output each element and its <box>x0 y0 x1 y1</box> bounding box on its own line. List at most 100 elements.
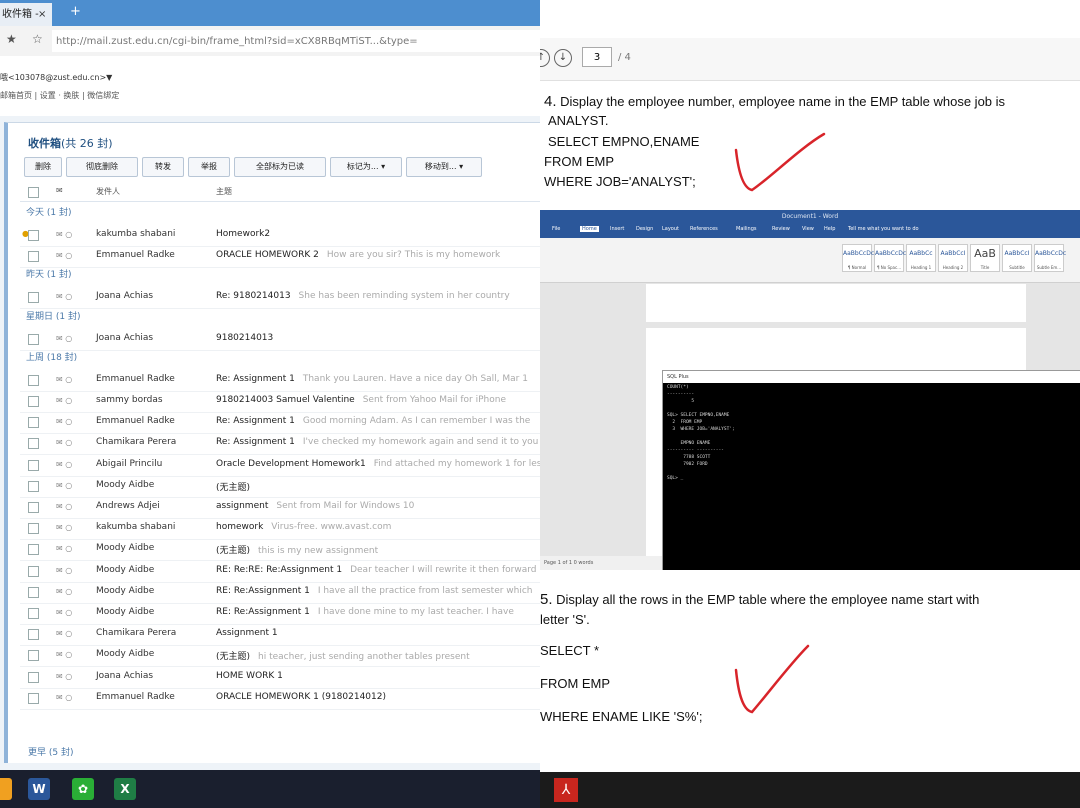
wechat-icon[interactable]: ✿ <box>72 778 94 800</box>
mail-row[interactable]: ✉ ○ Chamikara Perera Assignment 1 <box>20 624 540 647</box>
style-heading-1[interactable]: AaBbCc Heading 1 <box>906 244 936 272</box>
new-tab-icon[interactable]: + <box>70 4 81 19</box>
forward-button[interactable]: 转发 <box>142 157 184 177</box>
tell-me-search[interactable]: Tell me what you want to do <box>848 226 919 232</box>
pdf-reader-icon[interactable]: ⅄ <box>554 778 578 802</box>
group-label[interactable]: 今天 (1 封) <box>26 205 71 218</box>
star-icon[interactable]: ★ <box>6 32 17 46</box>
mail-row[interactable]: ✉ ○ Emmanuel Radke ORACLE HOMEWORK 2 How ar… <box>20 246 540 269</box>
mail-checkbox[interactable] <box>28 333 39 345</box>
mail-checkbox[interactable] <box>28 650 39 662</box>
mail-row[interactable]: ✉ ○ Chamikara Perera Re: Assignment 1 I've … <box>20 433 540 456</box>
mail-row[interactable]: ✉ ○ Moody Aidbe RE: Re:Assignment 1 I have … <box>20 582 540 604</box>
mail-row[interactable]: ✉ ○ Moody Aidbe RE: Re:Assignment 1 I have … <box>20 603 540 625</box>
mail-checkbox[interactable] <box>28 459 39 471</box>
folder-icon[interactable] <box>0 778 12 800</box>
address-bar: ★ ☆ <box>0 26 540 57</box>
group-label[interactable]: 昨天 (1 封) <box>26 267 71 280</box>
url-input[interactable] <box>52 30 540 52</box>
mail-subject: Re: Assignment 1 I've checked my homework… <box>216 437 538 447</box>
column-subject[interactable]: 主题 <box>216 186 232 197</box>
mail-checkbox[interactable] <box>28 502 39 513</box>
excel-icon[interactable]: X <box>114 778 136 800</box>
next-page-icon[interactable]: ↓ <box>554 49 572 67</box>
question-4-text: Display the employee number, employee na… <box>560 94 1006 109</box>
mail-checkbox[interactable] <box>28 417 39 429</box>
sqlplus-console[interactable]: COUNT(*) ---------- 5 SQL> SELECT EMPNO,EN… <box>663 383 1080 570</box>
mail-checkbox[interactable] <box>28 586 39 598</box>
group-label[interactable]: 上周 (18 封) <box>26 350 77 363</box>
prev-page-icon[interactable]: ↑ <box>540 49 550 67</box>
style-title[interactable]: AaB Title <box>970 244 1000 272</box>
move-to-dropdown[interactable]: 移动到... ▾ <box>406 157 482 177</box>
mail-checkbox[interactable] <box>28 692 39 704</box>
delete-button[interactable]: 删除 <box>24 157 62 177</box>
group-earlier[interactable]: 更早 (5 封) <box>28 745 73 758</box>
mail-checkbox[interactable] <box>28 671 39 683</box>
mail-checkbox[interactable] <box>28 608 39 619</box>
mail-row[interactable]: ✉ ○ Joana Achias Re: 9180214013 She has bee… <box>20 287 540 310</box>
word-tab[interactable]: Insert <box>610 226 624 232</box>
mail-row[interactable]: ✉ ○ Emmanuel Radke ORACLE HOMEWORK 1 (9180… <box>20 688 540 710</box>
mail-row[interactable]: ✉ ○ Emmanuel Radke Re: Assignment 1 Thank y… <box>20 370 540 392</box>
mail-checkbox[interactable] <box>28 565 39 577</box>
mail-row[interactable]: ✉ ○ Joana Achias 9180214013 <box>20 329 540 351</box>
mark-as-dropdown[interactable]: 标记为... ▾ <box>330 157 402 177</box>
mark-all-read-button[interactable]: 全部标为已读 <box>234 157 326 177</box>
mail-checkbox[interactable] <box>28 629 39 641</box>
word-tab[interactable]: File <box>552 226 560 232</box>
word-tab[interactable]: Help <box>824 226 835 232</box>
mail-row[interactable]: ✉ ○ kakumba shabani homework Virus-free. ww… <box>20 518 540 541</box>
mail-checkbox[interactable] <box>28 374 39 386</box>
style-subtitle[interactable]: AaBbCcI Subtitle <box>1002 244 1032 272</box>
account-name[interactable]: 哦<103078@zust.edu.cn>▼ <box>0 72 112 83</box>
group-label[interactable]: 星期日 (1 封) <box>26 309 80 322</box>
mail-sender: Abigail Princilu <box>96 458 163 469</box>
mail-checkbox[interactable] <box>28 438 39 450</box>
mail-checkbox[interactable] <box>28 230 39 241</box>
mail-row[interactable]: ✉ ○ Moody Aidbe RE: Re:RE: Re:Assignment 1… <box>20 561 540 583</box>
pdf-page-nav: ↑ ↓ / 4 <box>540 38 1080 81</box>
mail-checkbox[interactable] <box>28 251 39 263</box>
mail-row[interactable]: ● ✉ ○ kakumba shabani Homework2 <box>20 225 540 247</box>
word-tab[interactable]: References <box>690 226 718 232</box>
mail-row[interactable]: ✉ ○ sammy bordas 9180214003 Samuel Valenti… <box>20 391 540 413</box>
style-no-spacing[interactable]: AaBbCcDc ¶ No Spac... <box>874 244 906 272</box>
mail-sender: Moody Aidbe <box>96 543 155 554</box>
mail-header: 哦<103078@zust.edu.cn>▼ 邮箱首页 | 设置 · 换肤 | … <box>0 56 540 116</box>
word-tab[interactable]: Mailings <box>736 226 757 232</box>
mail-checkbox[interactable] <box>28 480 39 492</box>
word-icon[interactable]: W <box>28 778 50 800</box>
tab-inbox[interactable]: 收件箱 - × <box>0 3 52 26</box>
page-number-input[interactable] <box>582 47 612 67</box>
word-tab[interactable]: Review <box>772 226 790 232</box>
mail-row[interactable]: ✉ ○ Moody Aidbe (无主题) hi teacher, just send… <box>20 645 540 668</box>
mail-checkbox[interactable] <box>28 523 39 535</box>
style-normal[interactable]: AaBbCcDc ¶ Normal <box>842 244 874 272</box>
word-tab[interactable]: View <box>802 226 814 232</box>
mail-row[interactable]: ✉ ○ Andrews Adjei assignment Sent from Mail… <box>20 497 540 519</box>
style-heading-2[interactable]: AaBbCcI Heading 2 <box>938 244 968 272</box>
tab-bar: 收件箱 - × + <box>0 0 540 26</box>
delete-permanently-button[interactable]: 彻底删除 <box>66 157 138 177</box>
close-icon[interactable]: × <box>38 3 46 26</box>
word-tab[interactable]: Layout <box>662 226 679 232</box>
mail-row[interactable]: ✉ ○ Joana Achias HOME WORK 1 <box>20 667 540 689</box>
word-tab[interactable]: Design <box>636 226 653 232</box>
mail-row[interactable]: ✉ ○ Emmanuel Radke Re: Assignment 1 Good mo… <box>20 412 540 435</box>
word-document-page[interactable] <box>646 284 1026 322</box>
mail-checkbox[interactable] <box>28 396 39 407</box>
mail-row[interactable]: ✉ ○ Moody Aidbe (无主题) <box>20 476 540 498</box>
select-all-checkbox[interactable] <box>28 187 39 198</box>
style-sample: AaBbCcI <box>1004 250 1030 257</box>
mail-row[interactable]: ✉ ○ Abigail Princilu Oracle Development Ho… <box>20 455 540 477</box>
word-tab[interactable]: Home <box>580 226 599 232</box>
account-links[interactable]: 邮箱首页 | 设置 · 换肤 | 微信绑定 <box>0 90 119 101</box>
mail-icon: ✉ ○ <box>56 586 73 596</box>
report-button[interactable]: 举报 <box>188 157 230 177</box>
style-subtle-emphasis[interactable]: AaBbCcDc Subtle Em... <box>1034 244 1066 272</box>
mail-checkbox[interactable] <box>28 292 39 304</box>
mail-row[interactable]: ✉ ○ Moody Aidbe (无主题) this is my new assign… <box>20 539 540 562</box>
mail-checkbox[interactable] <box>28 544 39 556</box>
column-sender[interactable]: 发件人 <box>96 186 120 197</box>
